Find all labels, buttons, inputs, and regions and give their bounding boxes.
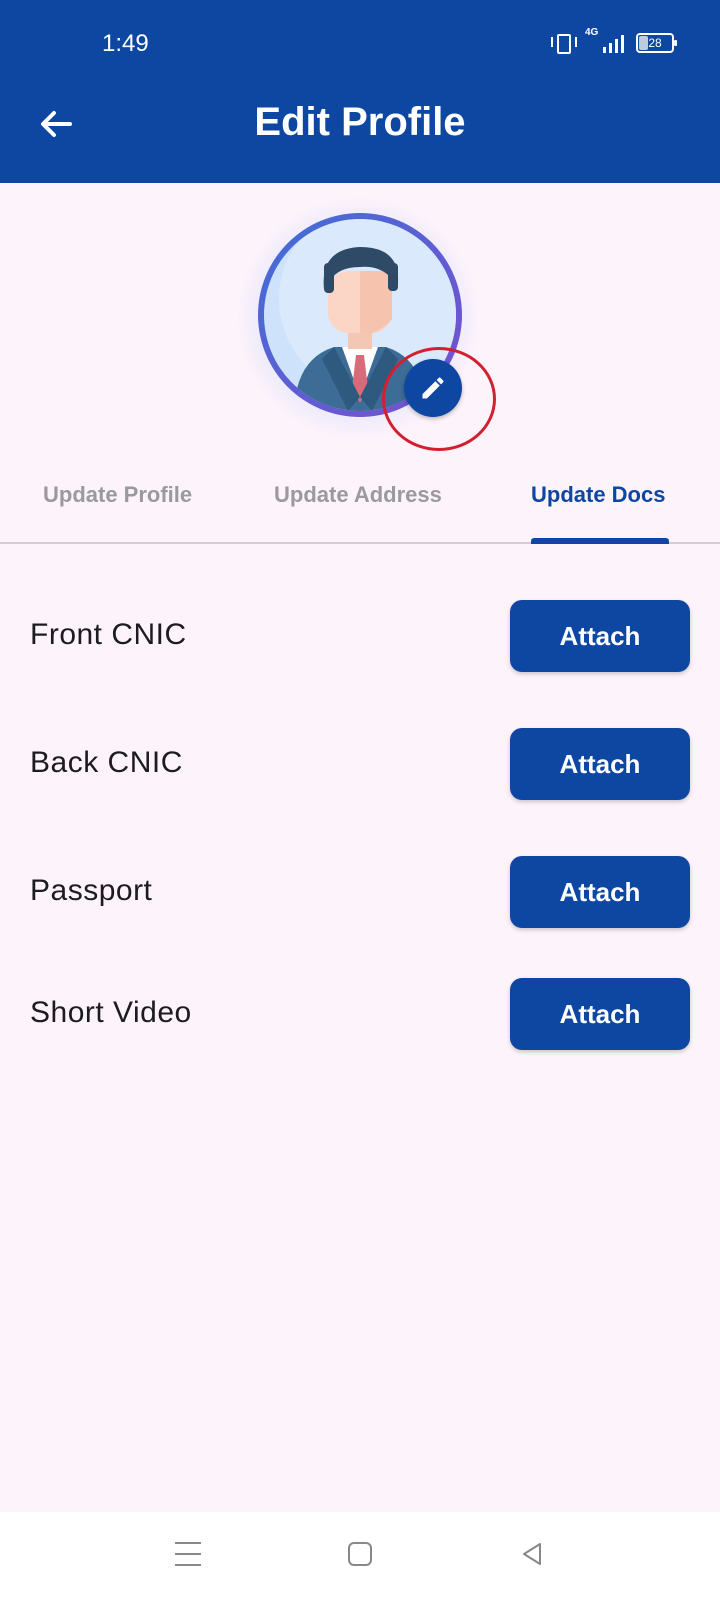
battery-icon: 28 — [636, 33, 677, 53]
doc-row-short-video: Short Video Attach — [0, 978, 720, 1050]
doc-row-back-cnic: Back CNIC Attach — [0, 728, 720, 800]
tab-indicator — [531, 538, 669, 544]
tab-bar: Update Profile Update Address Update Doc… — [0, 470, 720, 544]
doc-row-front-cnic: Front CNIC Attach — [0, 600, 720, 672]
tab-update-docs[interactable]: Update Docs — [531, 482, 665, 508]
doc-label: Passport — [30, 874, 153, 907]
attach-front-cnic-button[interactable]: Attach — [510, 600, 690, 672]
status-icons: 4G 28 — [551, 27, 677, 54]
doc-label: Back CNIC — [30, 746, 183, 779]
attach-back-cnic-button[interactable]: Attach — [510, 728, 690, 800]
doc-row-passport: Passport Attach — [0, 856, 720, 928]
home-icon[interactable] — [348, 1542, 372, 1566]
vibrate-icon — [551, 32, 577, 54]
tab-update-address[interactable]: Update Address — [274, 482, 442, 508]
highlight-circle — [382, 347, 496, 451]
doc-label: Short Video — [30, 996, 192, 1029]
tab-update-profile[interactable]: Update Profile — [43, 482, 192, 508]
attach-short-video-button[interactable]: Attach — [510, 978, 690, 1050]
app-bar: 1:49 4G 28 Edit Profile — [0, 0, 720, 183]
nav-back-icon[interactable] — [518, 1540, 546, 1568]
page-title: Edit Profile — [254, 100, 466, 144]
signal-icon: 4G — [585, 27, 624, 53]
status-time: 1:49 — [102, 30, 149, 57]
recent-apps-icon[interactable] — [175, 1542, 201, 1568]
network-type: 4G — [585, 27, 599, 38]
system-nav-bar — [0, 1512, 720, 1600]
attach-passport-button[interactable]: Attach — [510, 856, 690, 928]
doc-label: Front CNIC — [30, 618, 187, 651]
battery-level: 28 — [648, 36, 662, 50]
